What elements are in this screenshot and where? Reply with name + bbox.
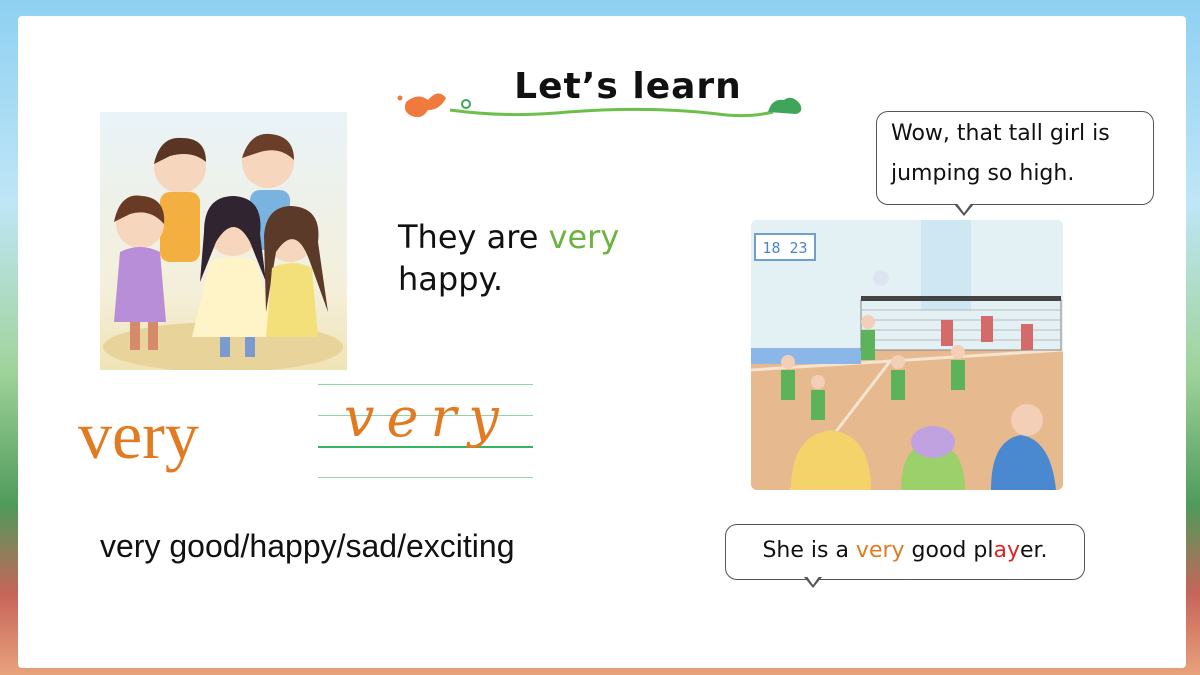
bubble-bottom-part1: She is a — [762, 538, 856, 563]
speech-bubble-bottom: She is a very good player. — [725, 524, 1085, 580]
sentence-highlight-very: very — [548, 218, 620, 256]
bubble-top-line2: jumping so high. — [891, 161, 1075, 186]
vocabulary-word: very — [78, 397, 199, 473]
bubble-bottom-ay: ay — [993, 538, 1020, 563]
speech-bubble-tail — [804, 575, 822, 588]
example-phrases: very good/happy/sad/exciting — [100, 528, 515, 564]
handwriting-practice: very — [318, 384, 533, 479]
sentence-they-are-very-happy: They are very happy. — [398, 216, 718, 300]
speech-bubble-top: Wow, that tall girl is jumping so high. — [876, 111, 1154, 205]
speech-bubble-tail — [954, 202, 974, 216]
bubble-bottom-part3: good pl — [904, 538, 994, 563]
sentence-text-after: happy. — [398, 260, 504, 298]
kids-illustration — [100, 112, 347, 370]
handwriting-word: very — [344, 386, 511, 449]
scoreboard-text: 18 23 — [762, 239, 807, 257]
bubble-top-line1: Wow, that tall girl is — [891, 121, 1110, 146]
writing-line — [318, 384, 533, 385]
bubble-bottom-very: very — [855, 538, 905, 563]
page-title: Let’s learn — [514, 66, 742, 107]
volleyball-illustration: 18 23 — [751, 220, 1063, 490]
writing-line — [318, 477, 533, 478]
bubble-bottom-part5: er. — [1019, 538, 1048, 563]
sentence-text-before: They are — [398, 218, 549, 256]
slide: Let’s learn They are very happy. very ve… — [18, 16, 1186, 668]
